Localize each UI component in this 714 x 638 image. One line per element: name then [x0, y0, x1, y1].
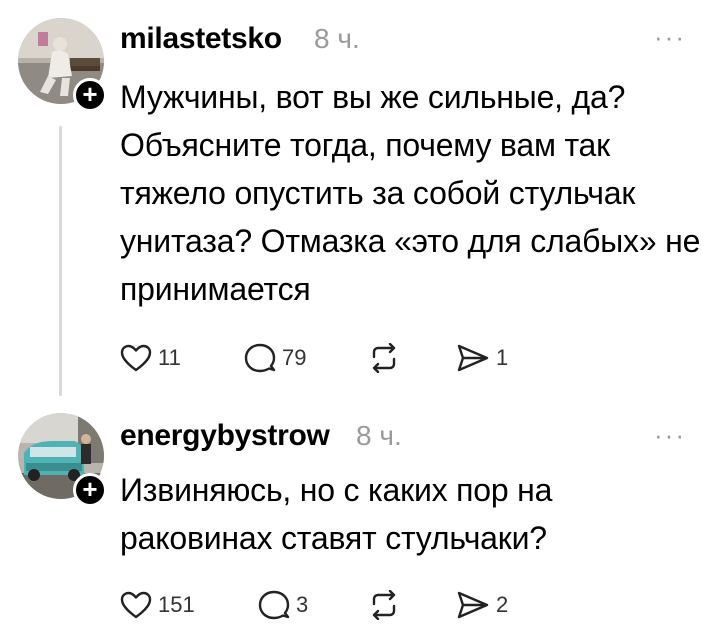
comment-button[interactable]: 79	[244, 338, 306, 378]
share-count: 1	[496, 345, 509, 370]
like-count: 11	[158, 345, 181, 370]
repost-button[interactable]	[368, 338, 400, 378]
username[interactable]: energybystrow	[120, 419, 330, 453]
post-actions: 151 3 2	[120, 585, 540, 625]
send-icon	[457, 591, 489, 619]
comment-button[interactable]: 3	[258, 585, 308, 625]
like-button[interactable]: 151	[120, 585, 195, 625]
send-icon	[457, 344, 489, 372]
heart-icon	[120, 591, 152, 619]
post-time: 8 ч.	[314, 23, 360, 54]
follow-plus-icon[interactable]: +	[73, 78, 107, 112]
more-options-icon[interactable]: ···	[654, 22, 686, 53]
username[interactable]: milastetsko	[120, 22, 282, 56]
like-button[interactable]: 11	[120, 338, 181, 378]
share-button[interactable]: 2	[456, 585, 508, 625]
heart-icon	[120, 344, 152, 372]
follow-plus-icon[interactable]: +	[73, 473, 107, 507]
share-button[interactable]: 1	[456, 338, 508, 378]
comment-count: 3	[296, 592, 309, 617]
more-options-icon[interactable]: ···	[654, 420, 686, 451]
share-count: 2	[496, 592, 509, 617]
repost-icon	[372, 590, 396, 620]
repost-button[interactable]	[368, 585, 400, 625]
post-text: Извиняюсь, но с каких пор на раковинах с…	[120, 472, 553, 556]
comment-bubble-icon	[258, 590, 290, 620]
repost-icon	[372, 343, 396, 373]
comment-count: 79	[282, 345, 307, 370]
post-actions: 11 79 1	[120, 338, 540, 378]
like-count: 151	[158, 592, 195, 617]
post-text: Мужчины, вот вы же сильные, да? Объяснит…	[120, 79, 701, 307]
comment-bubble-icon	[244, 343, 276, 373]
post-time: 8 ч.	[356, 420, 402, 451]
thread-line	[59, 126, 62, 396]
